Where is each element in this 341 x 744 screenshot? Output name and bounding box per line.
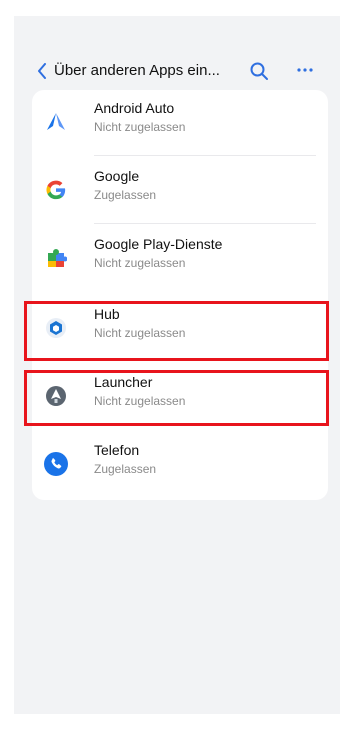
search-icon [250, 62, 268, 80]
divider [94, 223, 316, 224]
more-icon [297, 68, 313, 72]
back-button[interactable] [34, 62, 50, 80]
app-name: Google Play-Dienste [94, 236, 223, 252]
app-name: Launcher [94, 374, 153, 390]
app-name: Telefon [94, 442, 140, 458]
app-status: Nicht zugelassen [94, 256, 186, 270]
divider [94, 155, 316, 156]
page-title: Über anderen Apps ein... [54, 62, 220, 79]
app-status: Zugelassen [94, 462, 157, 476]
chevron-left-icon [38, 63, 46, 79]
app-status: Nicht zugelassen [94, 120, 186, 134]
google-play-services-icon [44, 246, 68, 270]
app-status: Zugelassen [94, 188, 157, 202]
search-button[interactable] [249, 61, 271, 81]
app-status: Nicht zugelassen [94, 326, 186, 340]
phone-icon [44, 452, 68, 476]
header: Über anderen Apps ein... [14, 56, 340, 86]
launcher-icon [44, 384, 68, 408]
hub-icon [44, 316, 68, 340]
list-item-android-auto[interactable]: Android Auto Nicht zugelassen [32, 90, 328, 156]
app-list: Android Auto Nicht zugelassen Google Zug… [32, 90, 328, 500]
more-button[interactable] [294, 58, 316, 78]
app-name: Android Auto [94, 100, 175, 116]
bottom-area [14, 714, 340, 744]
app-name: Google [94, 168, 140, 184]
list-item-telefon[interactable]: Telefon Zugelassen [32, 432, 328, 498]
app-screen: Über anderen Apps ein... Android Auto Ni… [14, 16, 340, 714]
google-icon [44, 178, 68, 202]
list-item-launcher[interactable]: Launcher Nicht zugelassen [32, 364, 328, 430]
app-status: Nicht zugelassen [94, 394, 186, 408]
list-item-google[interactable]: Google Zugelassen [32, 158, 328, 224]
app-name: Hub [94, 306, 120, 322]
list-item-hub[interactable]: Hub Nicht zugelassen [32, 296, 328, 362]
list-item-google-play-services[interactable]: Google Play-Dienste Nicht zugelassen [32, 226, 328, 292]
android-auto-icon [44, 110, 68, 134]
